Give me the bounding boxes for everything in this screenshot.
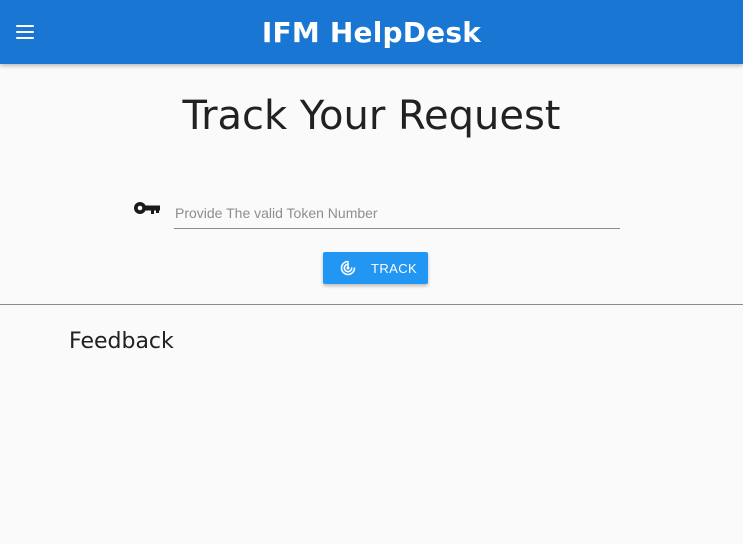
section-divider <box>0 304 743 305</box>
token-number-input[interactable] <box>174 197 620 229</box>
key-icon <box>134 202 160 214</box>
app-header: IFM HelpDesk <box>0 0 743 64</box>
app-title: IFM HelpDesk <box>261 16 482 49</box>
track-button-label: TRACK <box>371 261 418 276</box>
feedback-heading: Feedback <box>69 329 174 354</box>
track-button[interactable]: TRACK <box>323 252 428 284</box>
page-title: Track Your Request <box>182 93 561 139</box>
radar-track-icon <box>340 260 356 276</box>
